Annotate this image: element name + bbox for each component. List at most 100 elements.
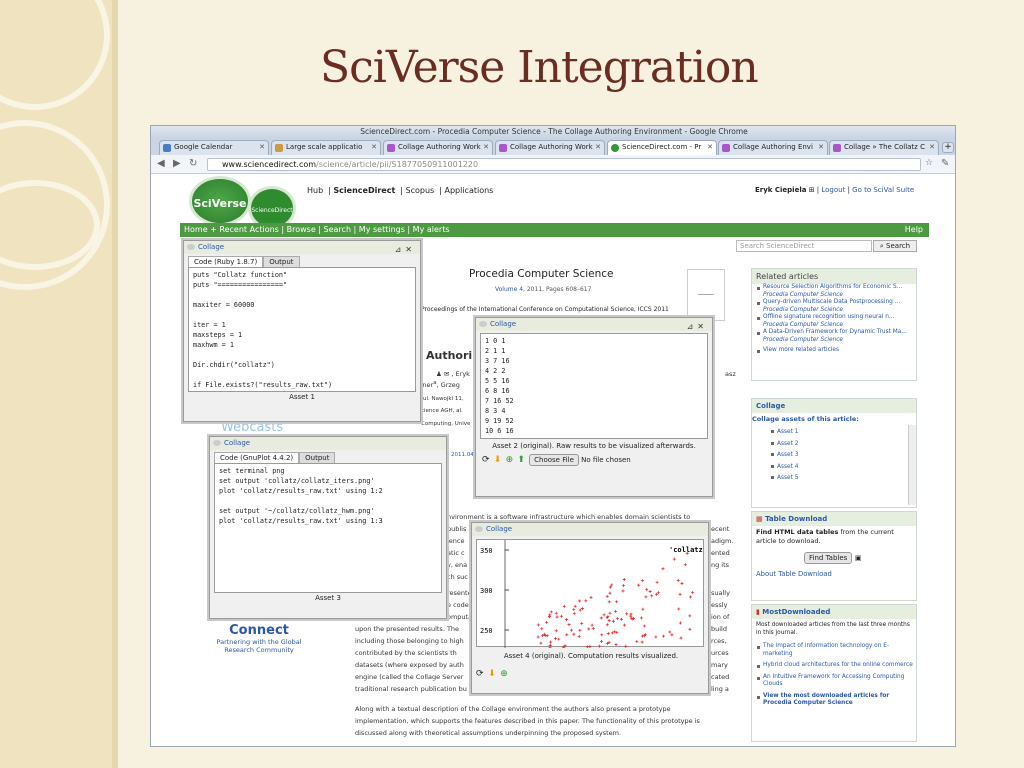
tab-large-scale[interactable]: Large scale applicatio ✕ <box>271 140 381 155</box>
nav-home[interactable]: Home + Recent Actions <box>184 225 279 234</box>
scival-link[interactable]: Go to SciVal Suite <box>852 186 914 194</box>
body-line: nvironment is a software infrastructure … <box>447 513 691 521</box>
window-header: Collage <box>472 523 708 536</box>
plot-point <box>656 591 660 595</box>
about-table-download-link[interactable]: About Table Download <box>752 564 916 584</box>
most-downloaded-item[interactable]: The impact of information technology on … <box>752 643 916 658</box>
refresh-icon[interactable]: ⟳ <box>482 455 492 465</box>
window-buttons[interactable]: ⊿✕ <box>687 320 708 333</box>
tab-collage-1[interactable]: Collage Authoring Work ✕ <box>383 140 493 155</box>
wrench-icon[interactable]: ✎ <box>941 158 949 169</box>
plot-point <box>688 614 692 618</box>
volume-link[interactable]: Volume 4 <box>495 286 523 293</box>
asset-link[interactable]: Asset 4 <box>766 462 916 474</box>
sciverse-logo[interactable]: SciVerse <box>189 176 251 226</box>
related-item[interactable]: Resource Selection Algorithms for Econom… <box>752 284 916 299</box>
asset-link[interactable]: Asset 3 <box>766 450 916 462</box>
tab-collage-3[interactable]: Collage Authoring Envi ✕ <box>718 140 828 155</box>
tab-sciencedirect[interactable]: ScienceDirect.com - Pr ✕ <box>607 140 717 155</box>
data-view[interactable]: 1 0 1 2 1 1 3 7 16 4 2 2 5 5 16 6 8 16 7… <box>480 333 708 439</box>
download-icon[interactable]: ⬇ <box>494 455 504 465</box>
collage-side-scrollbar[interactable] <box>908 425 916 505</box>
tab-collatz[interactable]: Collage » The Collatz C ✕ <box>829 140 939 155</box>
close-icon[interactable]: ✕ <box>371 141 377 154</box>
info-icon[interactable]: ▣ <box>855 554 862 562</box>
page-icon <box>275 144 283 152</box>
window-tabs: Code (GnuPlot 4.4.2) Output <box>214 452 442 464</box>
window-header: Collage <box>210 437 446 450</box>
collage-ruby-window[interactable]: Collage ⊿✕ Code (Ruby 1.8.7) Output puts "… <box>183 240 421 422</box>
find-tables-button[interactable]: Find Tables <box>804 552 853 564</box>
tab-collage-2[interactable]: Collage Authoring Work ✕ <box>495 140 605 155</box>
y-tick-label: 350 <box>480 547 493 555</box>
plot-point <box>655 580 659 584</box>
forward-icon[interactable]: ▶ <box>173 158 181 169</box>
window-buttons[interactable]: ⊿✕ <box>395 243 416 256</box>
nav-scopus[interactable]: Scopus <box>406 186 435 195</box>
more-related-link[interactable]: View more related articles <box>752 347 916 355</box>
top-nav: Hub | ScienceDirect | Scopus | Applications <box>307 186 494 195</box>
plot-point <box>605 594 609 598</box>
new-tab-button[interactable]: + <box>942 142 954 153</box>
plot-point <box>676 578 680 582</box>
body-line: ience <box>447 537 465 545</box>
journal-title[interactable]: Procedia Computer Science <box>469 268 613 280</box>
star-icon[interactable]: ☆ <box>925 158 933 168</box>
close-icon[interactable]: ✕ <box>929 141 935 154</box>
download-icon[interactable]: ⬇ <box>488 669 498 679</box>
url-input[interactable]: www.sciencedirect.com/science/article/pi… <box>207 158 921 171</box>
choose-file-button[interactable]: Choose File <box>529 454 579 466</box>
upload-icon[interactable]: ⬆ <box>517 455 527 465</box>
plot-point <box>648 590 652 594</box>
refresh-icon[interactable]: ⟳ <box>476 669 486 679</box>
journal-cover[interactable] <box>687 269 725 321</box>
nav-browse[interactable]: Browse <box>287 225 316 234</box>
logout-link[interactable]: Logout <box>821 186 845 194</box>
add-icon[interactable]: ⊕ <box>500 669 510 679</box>
collage-output-window[interactable]: Collage ⊿✕ 1 0 1 2 1 1 3 7 16 4 2 2 5 5 1… <box>475 317 713 497</box>
plot-point <box>625 612 629 616</box>
close-icon[interactable]: ✕ <box>595 141 601 154</box>
plot-point <box>545 621 549 625</box>
nav-search[interactable]: Search <box>324 225 351 234</box>
tab-google-calendar[interactable]: Google Calendar ✕ <box>159 140 269 155</box>
code-editor[interactable]: puts "Collatz function" puts "==========… <box>188 267 416 392</box>
view-most-downloaded-link[interactable]: View the most downloaded articles for Pr… <box>752 693 916 708</box>
close-icon[interactable]: ✕ <box>707 141 713 154</box>
nav-alerts[interactable]: My alerts <box>413 225 450 234</box>
close-icon[interactable]: ✕ <box>483 141 489 154</box>
nav-applications[interactable]: Applications <box>444 186 493 195</box>
most-downloaded-item[interactable]: An Intuitive Framework for Accessing Com… <box>752 674 916 689</box>
reload-icon[interactable]: ↻ <box>189 158 197 169</box>
connect-banner[interactable]: Connect Partnering with the Global Resear… <box>213 623 305 654</box>
asset-caption: Asset 1 <box>289 393 315 401</box>
back-icon[interactable]: ◀ <box>157 158 165 169</box>
plot-point <box>677 607 681 611</box>
collage-gnuplot-window[interactable]: Collage Code (GnuPlot 4.4.2) Output set t… <box>209 436 447 619</box>
code-editor[interactable]: set terminal png set output 'collatz/col… <box>214 463 442 593</box>
most-downloaded-item[interactable]: Hybrid cloud architectures for the onlin… <box>752 662 916 670</box>
plot-point <box>641 607 645 611</box>
related-item[interactable]: A Data-Driven Framework for Dynamic Trus… <box>752 329 916 344</box>
close-icon[interactable]: ✕ <box>818 141 824 154</box>
slide-title: SciVerse Integration <box>320 42 759 93</box>
asset-link[interactable]: Asset 2 <box>766 439 916 451</box>
nav-hub[interactable]: Hub <box>307 186 323 195</box>
nav-sciencedirect[interactable]: ScienceDirect <box>333 186 395 195</box>
close-icon[interactable]: ✕ <box>259 141 265 154</box>
search-input[interactable]: Search ScienceDirect <box>736 240 872 252</box>
webcasts-banner[interactable]: Webcasts <box>221 420 283 435</box>
add-icon[interactable]: ⊕ <box>506 455 516 465</box>
user-name[interactable]: Eryk Ciepiela <box>755 186 806 194</box>
plot-point <box>614 643 618 647</box>
help-link[interactable]: Help <box>905 223 923 237</box>
nav-settings[interactable]: My settings <box>359 225 405 234</box>
collage-plot-window[interactable]: Collage 350 300 250 'collatz Asset 4 (or… <box>471 522 709 694</box>
body-line: discussed along with theoretical assumpt… <box>355 729 622 737</box>
asset-link[interactable]: Asset 5 <box>766 473 916 485</box>
asset-link[interactable]: Asset 1 <box>766 427 916 439</box>
related-item[interactable]: Offline signature recognition using neur… <box>752 314 916 329</box>
plot-point <box>554 629 558 633</box>
related-item[interactable]: Query-driven Multiscale Data Postprocess… <box>752 299 916 314</box>
search-button[interactable]: ⌕ Search <box>873 240 917 252</box>
